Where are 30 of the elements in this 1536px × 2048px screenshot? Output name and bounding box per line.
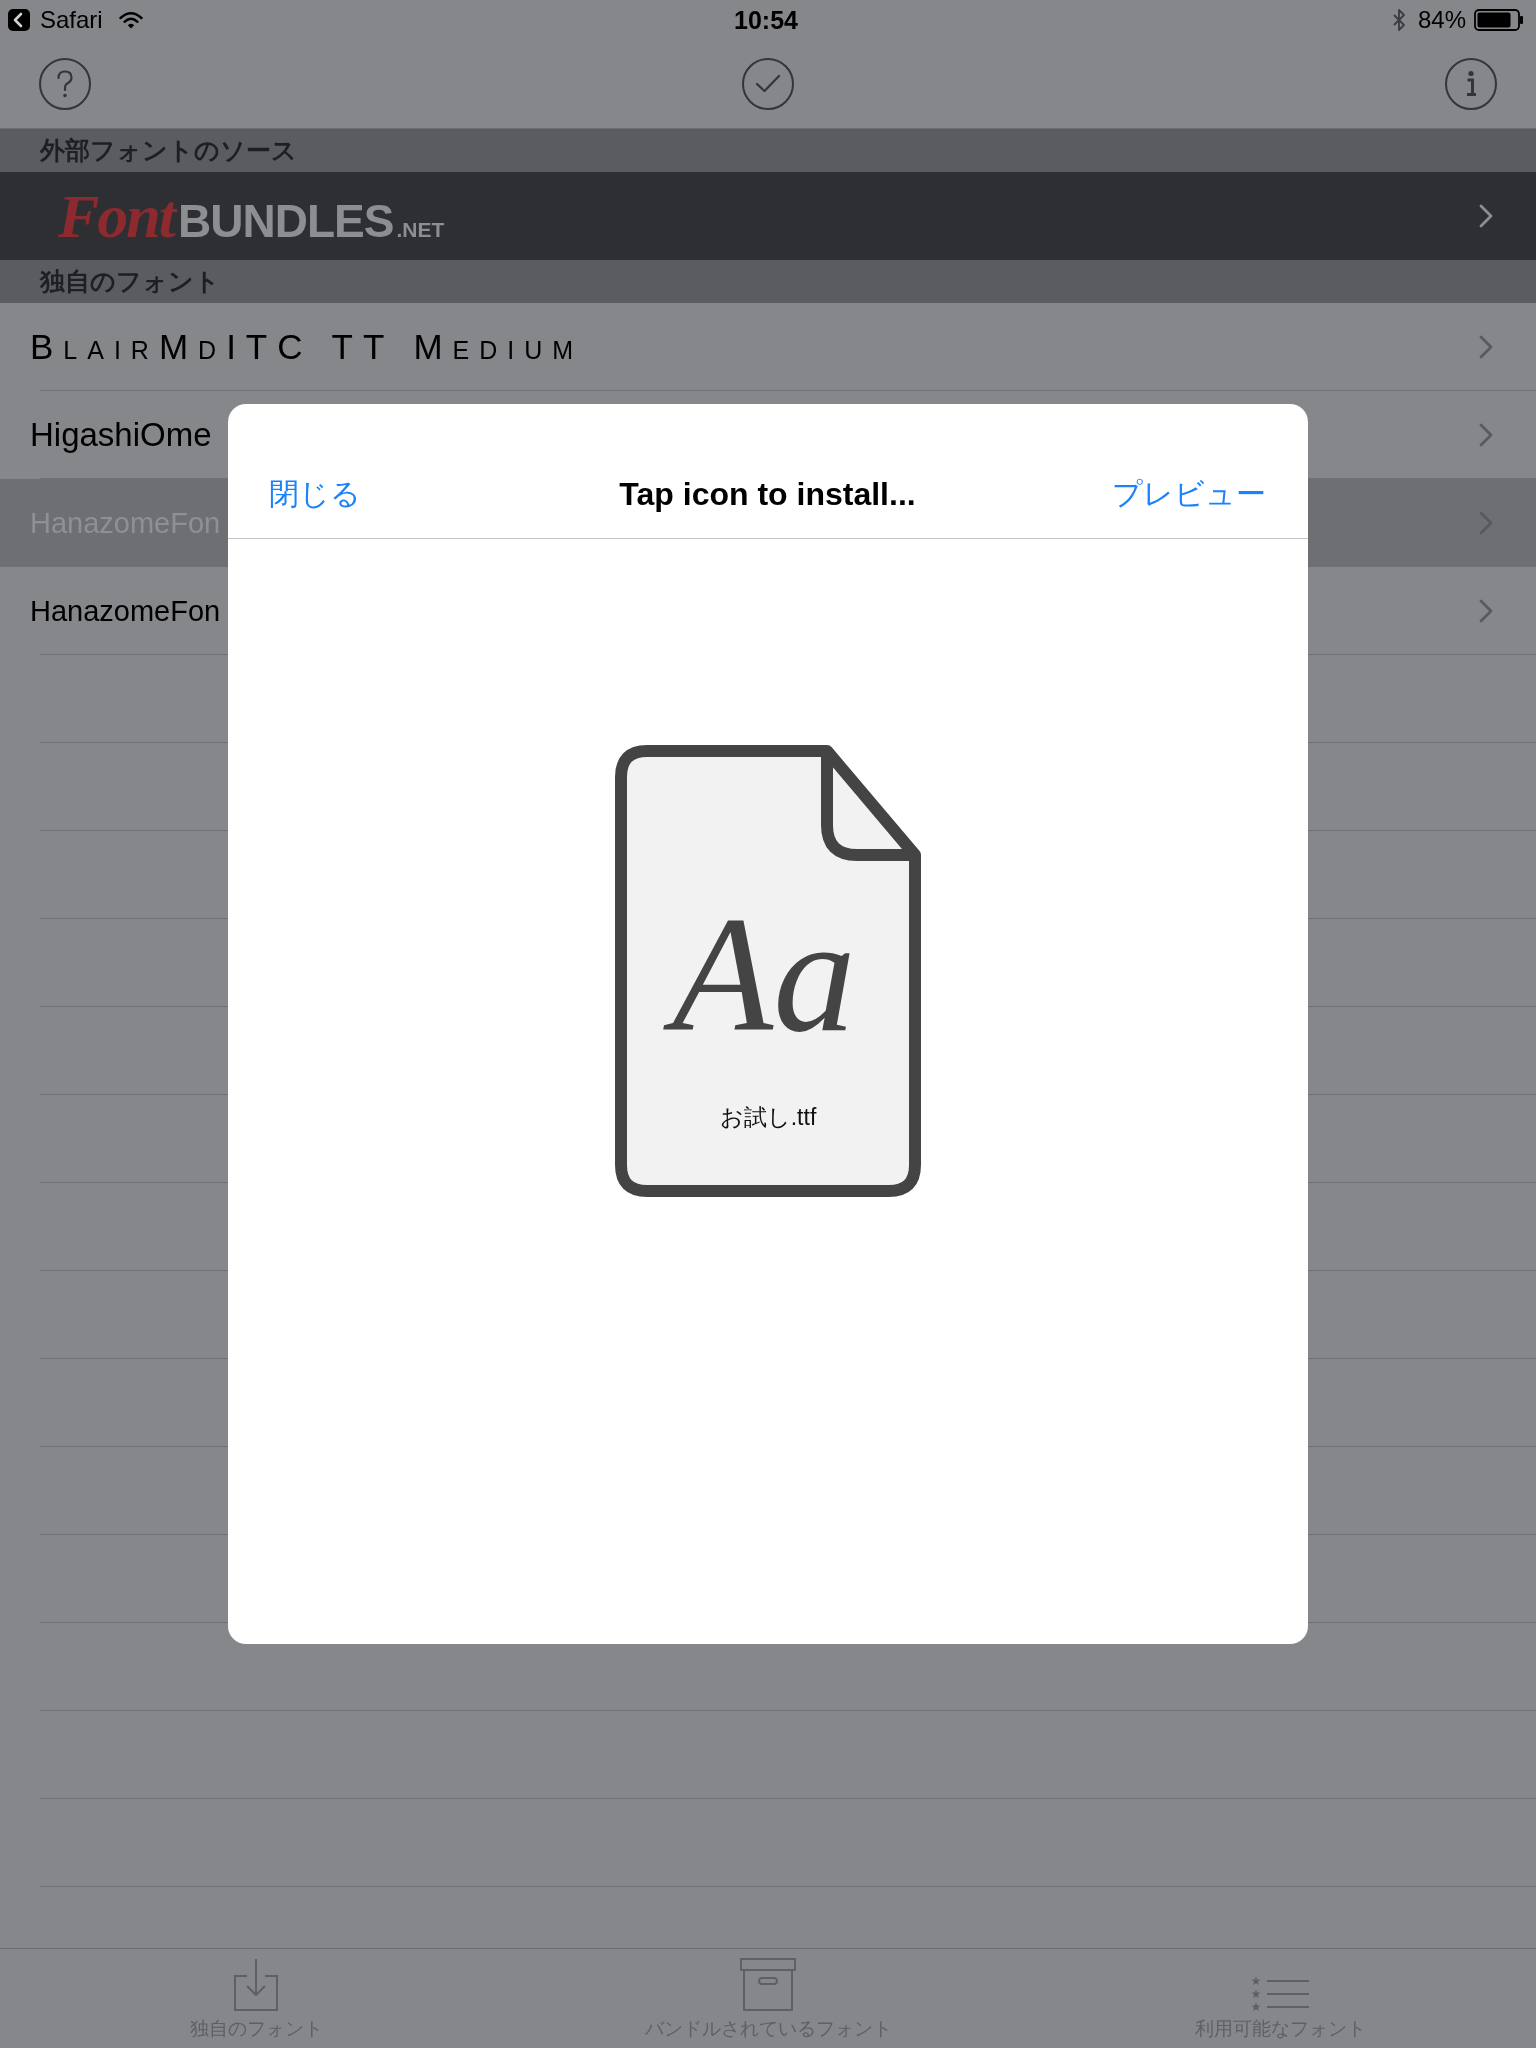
bluetooth-icon — [1391, 8, 1406, 32]
close-button[interactable]: 閉じる — [269, 476, 361, 512]
source-banner[interactable]: FontBUNDLES.NET — [0, 172, 1536, 260]
help-icon[interactable] — [39, 58, 91, 110]
battery-icon — [1474, 9, 1524, 31]
starred-list-icon — [1251, 1976, 1309, 2012]
dialog-title: Tap icon to install... — [619, 476, 916, 512]
brand-logo: FontBUNDLES.NET — [58, 180, 445, 252]
status-time: 10:54 — [734, 5, 798, 35]
back-icon — [8, 9, 30, 31]
chevron-icon — [1479, 335, 1493, 359]
back-button[interactable]: Safari — [8, 6, 103, 34]
section-header: 外部フォントのソース — [0, 129, 1536, 172]
file-name: お試し.ttf — [719, 1104, 817, 1130]
font-name[interactable]: HanazomeFon — [30, 593, 221, 629]
font-file-icon[interactable] — [615, 745, 921, 1197]
archive-box-icon — [740, 1958, 796, 2012]
wifi-icon — [118, 11, 143, 29]
chevron-icon — [1479, 599, 1493, 623]
font-sample-text: Aa — [658, 880, 878, 1070]
info-icon[interactable] — [1445, 58, 1497, 110]
preview-button[interactable]: プレビュー — [1112, 476, 1266, 512]
chevron-icon — [1479, 423, 1493, 447]
font-name[interactable]: BlairMdITC TT Medium — [30, 326, 584, 368]
font-name[interactable]: HigashiOme — [30, 415, 212, 455]
section-header: 独自のフォント — [0, 260, 1536, 303]
checkmark-icon[interactable] — [742, 58, 794, 110]
chevron-icon — [1479, 204, 1493, 228]
battery-percentage: 84% — [1417, 6, 1466, 34]
download-tray-icon — [233, 1958, 279, 2012]
